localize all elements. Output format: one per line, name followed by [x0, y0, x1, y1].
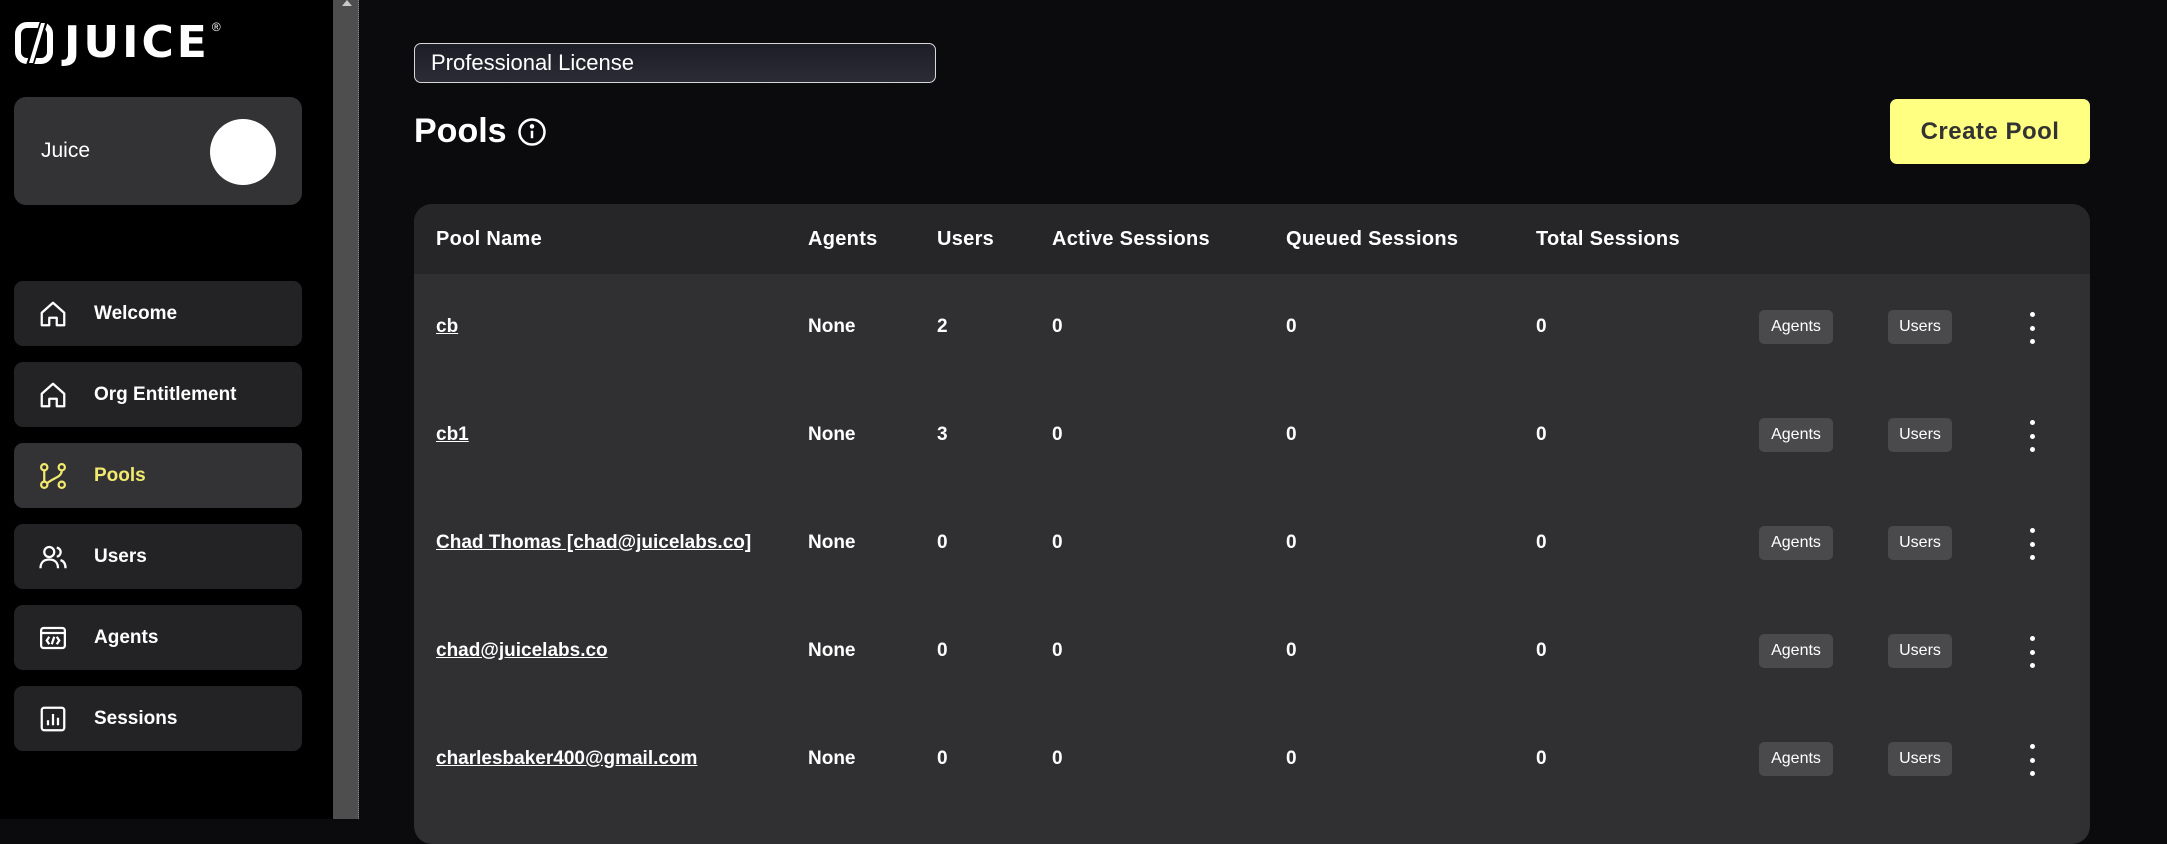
active-sessions-value: 0	[1052, 748, 1063, 769]
queued-sessions-value: 0	[1286, 532, 1297, 553]
sidebar-item-label: Agents	[94, 626, 159, 648]
pool-name-link[interactable]: Chad Thomas [chad@juicelabs.co]	[436, 532, 751, 554]
header-users: Users	[937, 228, 995, 250]
active-sessions-value: 0	[1052, 424, 1063, 445]
org-name: Juice	[41, 139, 91, 162]
sidebar-nav: Welcome Org Entitlement Pools Users Agen…	[14, 281, 302, 767]
sidebar: JUICE ® Juice Welcome Org Entitlement Po…	[0, 0, 333, 819]
scroll-up-arrow-icon[interactable]	[342, 0, 352, 6]
header-total-sessions: Total Sessions	[1536, 228, 1680, 250]
header-active-sessions: Active Sessions	[1052, 228, 1210, 250]
users-button[interactable]: Users	[1888, 418, 1952, 452]
agents-icon	[38, 623, 68, 653]
active-sessions-value: 0	[1052, 532, 1063, 553]
more-options-icon[interactable]	[2024, 744, 2040, 776]
table-row: cb None 2 0 0 0 Agents Users	[414, 274, 2090, 382]
sidebar-item-users[interactable]: Users	[14, 524, 302, 589]
users-value: 0	[937, 532, 948, 553]
more-options-icon[interactable]	[2024, 636, 2040, 668]
home-icon	[38, 299, 68, 329]
table-row: Chad Thomas [chad@juicelabs.co] None 0 0…	[414, 490, 2090, 598]
sidebar-item-label: Welcome	[94, 302, 178, 324]
header-queued-sessions: Queued Sessions	[1286, 228, 1459, 250]
agents-value: None	[808, 424, 856, 445]
sessions-icon	[38, 704, 68, 734]
sidebar-item-welcome[interactable]: Welcome	[14, 281, 302, 346]
agents-button[interactable]: Agents	[1759, 418, 1833, 452]
pool-name-link[interactable]: charlesbaker400@gmail.com	[436, 748, 697, 770]
sidebar-item-sessions[interactable]: Sessions	[14, 686, 302, 751]
agents-button[interactable]: Agents	[1759, 526, 1833, 560]
users-value: 0	[937, 640, 948, 661]
more-options-icon[interactable]	[2024, 420, 2040, 452]
agents-button[interactable]: Agents	[1759, 742, 1833, 776]
table-header: Pool Name Agents Users Active Sessions Q…	[414, 204, 2090, 274]
agents-button[interactable]: Agents	[1759, 634, 1833, 668]
create-pool-button[interactable]: Create Pool	[1890, 99, 2090, 164]
page-title: Pools	[414, 112, 507, 150]
active-sessions-value: 0	[1052, 316, 1063, 337]
pools-icon	[38, 461, 68, 491]
users-value: 3	[937, 424, 948, 445]
users-value: 2	[937, 316, 948, 337]
table-row: charlesbaker400@gmail.com None 0 0 0 0 A…	[414, 706, 2090, 814]
more-options-icon[interactable]	[2024, 312, 2040, 344]
sidebar-item-org-entitlement[interactable]: Org Entitlement	[14, 362, 302, 427]
sidebar-item-label: Sessions	[94, 707, 178, 729]
sidebar-scrollbar[interactable]	[333, 0, 359, 819]
table-row: cb1 None 3 0 0 0 Agents Users	[414, 382, 2090, 490]
users-button[interactable]: Users	[1888, 526, 1952, 560]
avatar[interactable]	[210, 119, 276, 185]
agents-value: None	[808, 316, 856, 337]
registered-mark: ®	[211, 20, 221, 34]
pool-name-link[interactable]: chad@juicelabs.co	[436, 640, 608, 662]
home-icon	[38, 380, 68, 410]
users-button[interactable]: Users	[1888, 634, 1952, 668]
queued-sessions-value: 0	[1286, 316, 1297, 337]
juice-logo[interactable]: JUICE ®	[14, 20, 221, 66]
total-sessions-value: 0	[1536, 424, 1547, 445]
bolt-logo-icon	[15, 21, 53, 65]
agents-button[interactable]: Agents	[1759, 310, 1833, 344]
license-select[interactable]: Professional License	[414, 43, 936, 83]
main-content: Professional License Pools Create Pool P…	[360, 0, 2167, 844]
queued-sessions-value: 0	[1286, 640, 1297, 661]
active-sessions-value: 0	[1052, 640, 1063, 661]
queued-sessions-value: 0	[1286, 748, 1297, 769]
org-card[interactable]: Juice	[14, 97, 302, 205]
pool-name-link[interactable]: cb	[436, 316, 458, 338]
pools-table: Pool Name Agents Users Active Sessions Q…	[414, 204, 2090, 844]
users-button[interactable]: Users	[1888, 742, 1952, 776]
sidebar-item-pools[interactable]: Pools	[14, 443, 302, 508]
sidebar-item-agents[interactable]: Agents	[14, 605, 302, 670]
users-icon	[38, 542, 68, 572]
header-pool-name: Pool Name	[436, 228, 543, 250]
logo-text: JUICE	[64, 17, 210, 68]
total-sessions-value: 0	[1536, 532, 1547, 553]
total-sessions-value: 0	[1536, 640, 1547, 661]
header-agents: Agents	[808, 228, 878, 250]
table-row: chad@juicelabs.co None 0 0 0 0 Agents Us…	[414, 598, 2090, 706]
total-sessions-value: 0	[1536, 316, 1547, 337]
agents-value: None	[808, 748, 856, 769]
sidebar-item-label: Users	[94, 545, 147, 567]
users-button[interactable]: Users	[1888, 310, 1952, 344]
sidebar-item-label: Org Entitlement	[94, 383, 237, 405]
sidebar-item-label: Pools	[94, 464, 146, 486]
agents-value: None	[808, 640, 856, 661]
users-value: 0	[937, 748, 948, 769]
pool-name-link[interactable]: cb1	[436, 424, 469, 446]
total-sessions-value: 0	[1536, 748, 1547, 769]
info-icon[interactable]	[517, 117, 547, 147]
more-options-icon[interactable]	[2024, 528, 2040, 560]
queued-sessions-value: 0	[1286, 424, 1297, 445]
agents-value: None	[808, 532, 856, 553]
